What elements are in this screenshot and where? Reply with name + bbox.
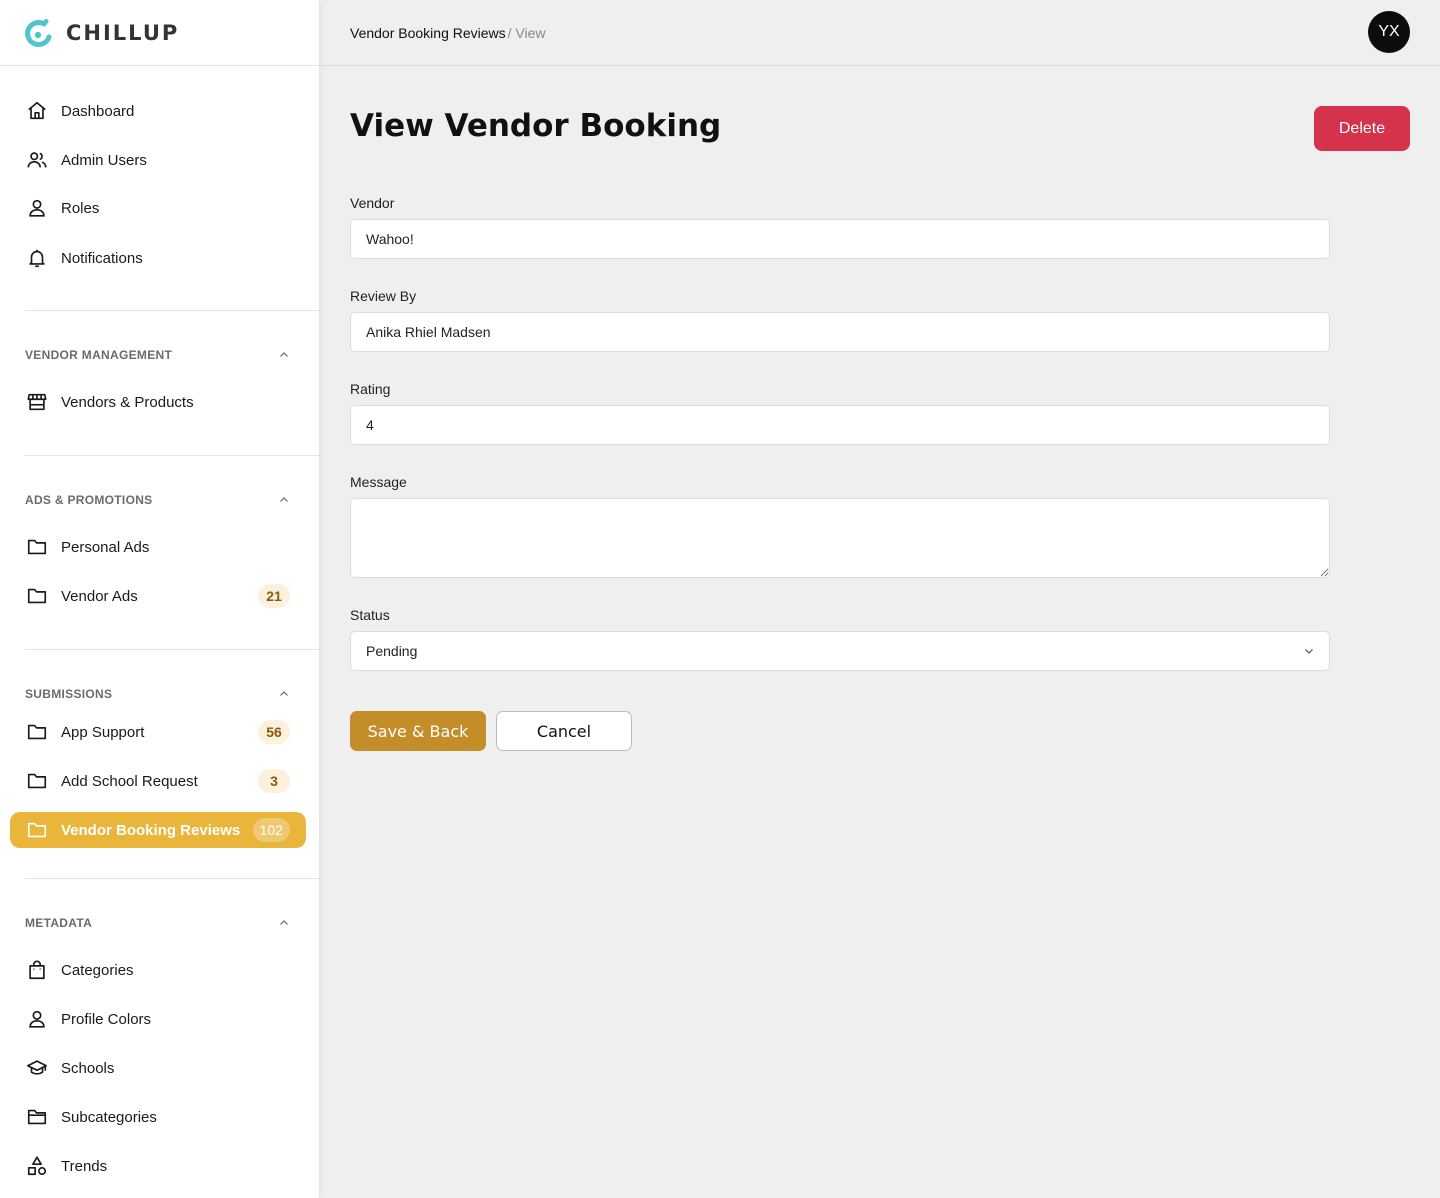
user-icon — [26, 1008, 48, 1030]
section-vendor-management[interactable]: VENDOR MANAGEMENT — [25, 348, 290, 362]
sidebar-item-label: Admin Users — [61, 151, 147, 169]
review-by-label: Review By — [350, 288, 417, 304]
chillup-logo-icon — [25, 18, 52, 47]
shopping-bag-icon — [26, 959, 48, 981]
folder-icon — [26, 721, 48, 743]
sidebar-item-label: Roles — [61, 199, 100, 217]
sidebar-divider — [25, 455, 320, 456]
chevron-up-icon[interactable] — [278, 349, 290, 361]
home-icon — [26, 100, 48, 122]
section-metadata[interactable]: METADATA — [25, 916, 290, 930]
sidebar-divider — [25, 649, 320, 650]
section-title: METADATA — [25, 916, 93, 930]
sidebar-item-label: Vendors & Products — [61, 393, 194, 411]
topbar: Vendor Booking Reviews / View YX — [321, 0, 1440, 66]
sidebar-item-label: Profile Colors — [61, 1010, 152, 1028]
sidebar-item-vendor-booking-reviews[interactable]: Vendor Booking Reviews 102 — [10, 812, 306, 848]
sidebar-item-label: Trends — [61, 1157, 108, 1175]
rating-field[interactable]: 4 — [350, 405, 1330, 445]
sidebar-item-add-school-request[interactable]: Add School Request 3 — [10, 763, 306, 799]
count-badge: 21 — [258, 584, 290, 608]
chevron-down-icon — [1305, 649, 1313, 654]
cancel-button[interactable]: Cancel — [496, 711, 632, 751]
users-icon — [26, 149, 48, 171]
user-icon — [26, 197, 48, 219]
count-badge: 56 — [258, 720, 290, 744]
review-by-value: Anika Rhiel Madsen — [366, 324, 491, 340]
sidebar-item-vendors-products[interactable]: Vendors & Products — [10, 384, 306, 420]
section-title: SUBMISSIONS — [25, 687, 113, 701]
sidebar-item-profile-colors[interactable]: Profile Colors — [10, 1001, 306, 1037]
section-submissions[interactable]: SUBMISSIONS — [25, 687, 290, 701]
sidebar-item-label: Schools — [61, 1059, 115, 1077]
sidebar-item-app-support[interactable]: App Support 56 — [10, 714, 306, 750]
folder-icon — [26, 536, 48, 558]
folder-icon — [26, 819, 48, 841]
save-back-button[interactable]: Save & Back — [350, 711, 486, 751]
count-badge: 3 — [258, 769, 290, 793]
message-textarea[interactable] — [350, 498, 1330, 578]
sidebar-item-label: App Support — [61, 723, 145, 741]
status-label: Status — [350, 607, 390, 623]
brand-name: CHILLUP — [66, 20, 180, 45]
section-title: VENDOR MANAGEMENT — [25, 348, 173, 362]
avatar[interactable]: YX — [1368, 11, 1410, 53]
sidebar-item-dashboard[interactable]: Dashboard — [10, 93, 306, 129]
folder-icon — [26, 1106, 48, 1128]
sidebar-item-subcategories[interactable]: Subcategories — [10, 1099, 306, 1135]
sidebar-item-notifications[interactable]: Notifications — [10, 240, 306, 276]
logo[interactable]: CHILLUP — [0, 0, 319, 66]
sidebar: CHILLUP Dashboard Admin Users Roles Noti… — [0, 0, 320, 1198]
count-badge: 102 — [252, 818, 290, 842]
status-value: Pending — [366, 643, 418, 659]
sidebar-item-label: Dashboard — [61, 102, 135, 120]
sidebar-divider — [25, 310, 320, 311]
sidebar-item-label: Categories — [61, 961, 134, 979]
breadcrumb-parent[interactable]: Vendor Booking Reviews — [350, 25, 506, 41]
sidebar-item-categories[interactable]: Categories — [10, 952, 306, 988]
section-title: ADS & PROMOTIONS — [25, 493, 153, 507]
store-icon — [26, 391, 48, 413]
sidebar-item-label: Notifications — [61, 249, 143, 267]
message-label: Message — [350, 474, 407, 490]
graduation-cap-icon — [26, 1057, 48, 1079]
sidebar-item-schools[interactable]: Schools — [10, 1050, 306, 1086]
rating-value: 4 — [366, 417, 374, 433]
vendor-value: Wahoo! — [366, 231, 414, 247]
sidebar-item-admin-users[interactable]: Admin Users — [10, 142, 306, 178]
folder-icon — [26, 770, 48, 792]
vendor-label: Vendor — [350, 195, 395, 211]
sidebar-item-trends[interactable]: Trends — [10, 1148, 306, 1184]
sidebar-divider — [25, 878, 320, 879]
sidebar-item-label: Personal Ads — [61, 538, 150, 556]
sidebar-item-personal-ads[interactable]: Personal Ads — [10, 529, 306, 565]
shapes-icon — [26, 1155, 48, 1177]
chevron-up-icon[interactable] — [278, 494, 290, 506]
folder-icon — [26, 585, 48, 607]
sidebar-item-label: Vendor Ads — [61, 587, 138, 605]
status-select[interactable]: Pending — [350, 631, 1330, 671]
rating-label: Rating — [350, 381, 391, 397]
chevron-up-icon[interactable] — [278, 917, 290, 929]
bell-icon — [26, 247, 48, 269]
chevron-up-icon[interactable] — [278, 688, 290, 700]
sidebar-item-label: Subcategories — [61, 1108, 157, 1126]
breadcrumb-current: / View — [507, 24, 546, 41]
delete-button[interactable]: Delete — [1314, 106, 1410, 151]
sidebar-item-label: Vendor Booking Reviews — [61, 821, 241, 839]
vendor-field[interactable]: Wahoo! — [350, 219, 1330, 259]
review-by-field[interactable]: Anika Rhiel Madsen — [350, 312, 1330, 352]
sidebar-item-vendor-ads[interactable]: Vendor Ads 21 — [10, 578, 306, 614]
page-title: View Vendor Booking — [350, 108, 722, 144]
sidebar-item-label: Add School Request — [61, 772, 198, 790]
sidebar-item-roles[interactable]: Roles — [10, 190, 306, 226]
section-ads-promotions[interactable]: ADS & PROMOTIONS — [25, 493, 290, 507]
